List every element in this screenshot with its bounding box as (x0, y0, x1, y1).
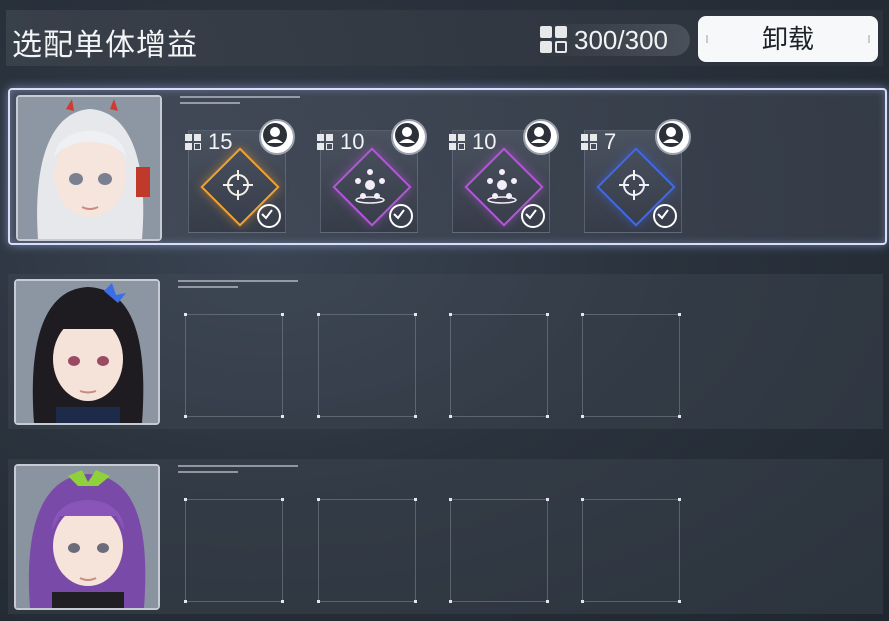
slot-cost: 10 (317, 129, 364, 155)
capacity-display: 300/300 (534, 24, 690, 56)
check-icon (389, 204, 413, 228)
character-row-3[interactable] (8, 459, 883, 614)
grid-cost-icon (449, 134, 469, 152)
slot-cost: 10 (449, 129, 496, 155)
dark-haired-girl-portrait (16, 281, 158, 423)
character-row-1[interactable]: 15 10 10 7 (8, 88, 887, 245)
header-bar: 选配单体增益 300/300 卸载 (6, 10, 883, 66)
check-icon (521, 204, 545, 228)
user-avatar-icon (655, 119, 691, 155)
empty-slot[interactable] (449, 313, 549, 418)
user-avatar-icon (523, 119, 559, 155)
character-portrait-1[interactable] (16, 95, 162, 241)
grid-cost-icon (185, 134, 205, 152)
empty-slot[interactable] (449, 498, 549, 603)
empty-slot[interactable] (184, 313, 284, 418)
empty-slot[interactable] (581, 313, 681, 418)
buff-slot-1[interactable]: 15 (185, 119, 295, 233)
grid-cost-icon (317, 134, 337, 152)
crosshair-icon (619, 170, 649, 200)
user-avatar-icon (259, 119, 295, 155)
empty-slot[interactable] (317, 498, 417, 603)
grid-capacity-icon (540, 26, 570, 56)
character-portrait-2[interactable] (14, 279, 160, 425)
buff-slot-3[interactable]: 10 (449, 119, 559, 233)
purple-haired-girl-portrait (16, 466, 158, 608)
buff-slot-4[interactable]: 7 (581, 119, 691, 233)
slot-cost: 7 (581, 129, 616, 155)
empty-slot[interactable] (317, 313, 417, 418)
character-row-2[interactable] (8, 274, 883, 429)
check-icon (653, 204, 677, 228)
empty-slot[interactable] (581, 498, 681, 603)
grid-cost-icon (581, 134, 601, 152)
user-avatar-icon (391, 119, 427, 155)
white-haired-girl-portrait (18, 97, 160, 239)
page-title: 选配单体增益 (12, 29, 198, 62)
buff-slot-2[interactable]: 10 (317, 119, 427, 233)
row-info-lines (178, 465, 308, 477)
capacity-value: 300/300 (574, 25, 668, 55)
crosshair-icon (223, 170, 253, 200)
unload-button[interactable]: 卸载 (698, 16, 878, 62)
slot-cost: 15 (185, 129, 232, 155)
check-icon (257, 204, 281, 228)
empty-slot[interactable] (184, 498, 284, 603)
character-portrait-3[interactable] (14, 464, 160, 610)
burst-icon (487, 169, 517, 204)
burst-icon (355, 169, 385, 204)
row-info-lines (180, 96, 310, 108)
row-info-lines (178, 280, 308, 292)
